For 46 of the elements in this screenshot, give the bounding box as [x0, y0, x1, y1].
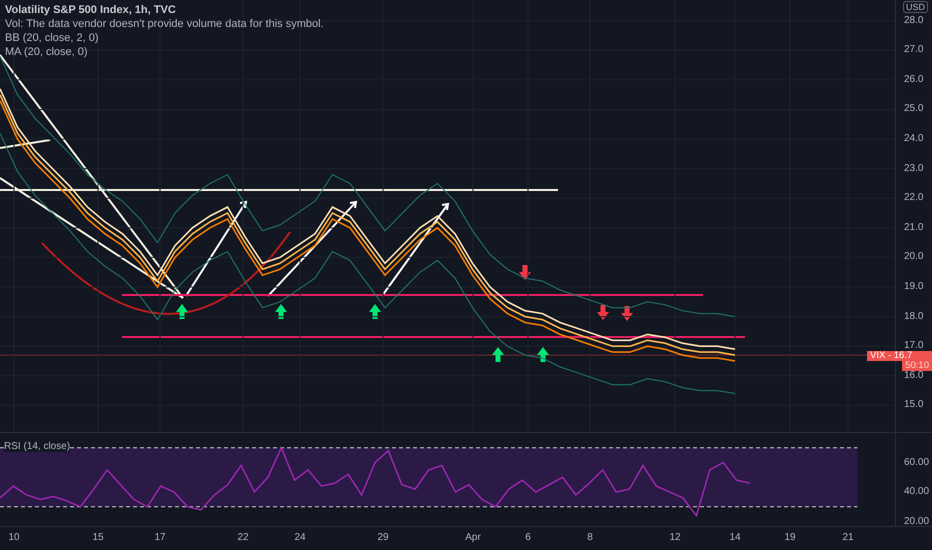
price-axis-label: 22.0: [904, 193, 924, 204]
chart-title: Volatility S&P 500 Index, 1h, TVC: [5, 4, 177, 16]
time-axis-label: 14: [729, 532, 741, 543]
rsi-axis-label: 20.00: [904, 516, 930, 527]
price-axis-label: 17.0: [904, 341, 924, 352]
price-axis-label: 15.0: [904, 400, 924, 410]
down-arrow-icon: [519, 265, 531, 280]
price-axis-label: 19.0: [904, 282, 924, 292]
time-axis-label: 8: [587, 532, 593, 543]
price-axis-label: 16.0: [904, 370, 924, 381]
currency-button[interactable]: USD: [902, 1, 928, 13]
rsi-legend: RSI (14, close): [4, 441, 70, 452]
price-axis-label: 18.0: [904, 312, 924, 322]
indicator-legend: Vol: The data vendor doesn't provide volume data for this symbol.: [5, 18, 324, 30]
time-axis-label: 19: [784, 532, 796, 543]
rsi-axis-label: 60.00: [904, 458, 930, 468]
price-axis-label: 24.0: [904, 134, 924, 144]
bar-countdown: 50:10: [902, 361, 932, 372]
price-axis-label: 20.0: [904, 252, 924, 262]
last-price-label: VIX - 16.7: [867, 351, 932, 362]
time-axis-label: 29: [377, 532, 389, 543]
rsi-axis-label: 40.00: [904, 487, 930, 498]
up-arrow-icon: [176, 304, 188, 319]
price-axis-label: 23.0: [904, 164, 924, 174]
time-axis-label: Apr: [465, 532, 481, 543]
up-arrow-icon: [369, 304, 381, 319]
up-arrow-icon: [492, 347, 504, 362]
time-axis-label: 24: [294, 532, 306, 543]
time-axis-label: 10: [8, 532, 20, 543]
indicator-legend: MA (20, close, 0): [5, 46, 324, 58]
up-arrow-icon: [537, 347, 549, 362]
up-arrow-icon: [275, 304, 287, 319]
price-axis-label: 26.0: [904, 74, 924, 85]
time-axis-label: 15: [92, 532, 104, 543]
time-axis-label: 21: [842, 532, 854, 543]
price-axis-label: 28.0: [904, 16, 924, 26]
time-axis-label: 22: [237, 532, 249, 543]
down-arrow-icon: [621, 306, 633, 321]
down-arrow-icon: [597, 305, 609, 320]
time-axis-label: 6: [525, 532, 531, 543]
time-axis-label: 12: [669, 532, 681, 543]
indicator-legend: BB (20, close, 2, 0): [5, 32, 324, 44]
price-axis-label: 27.0: [904, 45, 924, 56]
price-axis-label: 21.0: [904, 222, 924, 233]
price-axis-label: 25.0: [904, 104, 924, 114]
time-axis-label: 17: [154, 532, 166, 543]
